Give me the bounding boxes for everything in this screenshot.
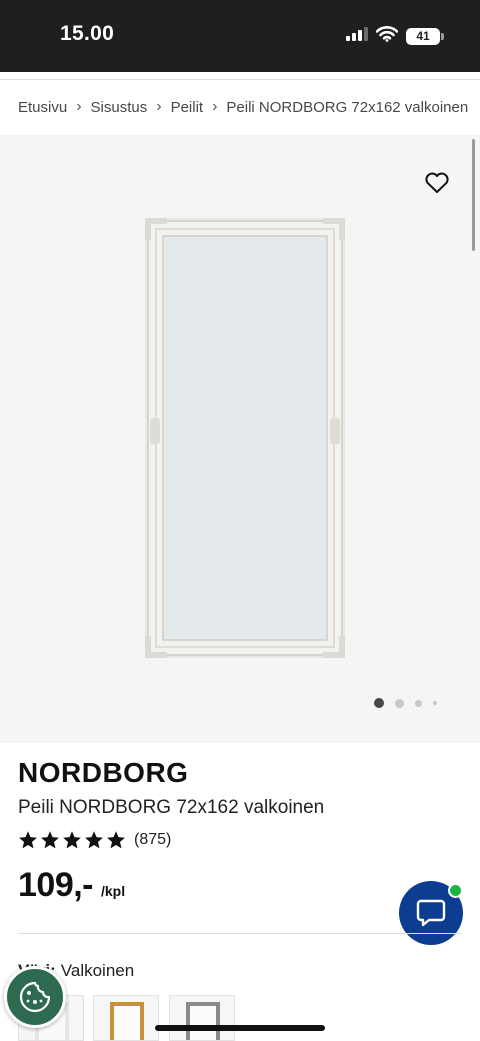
breadcrumb-item-peilit[interactable]: Peilit [171,99,204,116]
cookie-icon [19,981,51,1013]
swatch-image [110,1002,144,1040]
color-swatch-grey[interactable] [169,995,235,1041]
signal-icon [346,26,368,46]
pagination-dot[interactable] [433,701,437,705]
product-gallery[interactable] [0,135,480,743]
swatch-image [186,1002,220,1040]
star-icon [85,831,103,849]
star-icon [41,831,59,849]
breadcrumb-item-etusivu[interactable]: Etusivu [18,99,67,116]
color-swatch-oak[interactable] [93,995,159,1041]
chevron-right-icon: › [156,98,162,115]
wifi-icon [375,25,399,47]
color-value: Valkoinen [60,961,135,980]
breadcrumb-item-sisustus[interactable]: Sisustus [91,99,148,116]
chat-online-badge [448,883,463,898]
favourite-button[interactable] [424,171,450,195]
product-description: Peili NORDBORG 72x162 valkoinen [18,797,325,818]
product-name: NORDBORG [18,757,189,788]
chevron-right-icon: › [76,98,82,115]
gallery-pagination [374,698,437,708]
status-icons: 41 [346,25,444,47]
status-time: 15.00 [60,22,115,45]
home-indicator [155,1025,325,1031]
status-bar: 15.00 41 [0,0,480,72]
chat-icon [416,899,446,927]
header-separator [0,72,480,80]
star-icon [19,831,37,849]
section-divider [18,933,462,934]
cookie-settings-button[interactable] [4,966,66,1028]
rating-stars [18,830,126,850]
pagination-dot[interactable] [415,699,422,707]
star-icon [107,831,125,849]
rating-count: (875) [134,831,172,848]
chat-button[interactable] [399,881,463,945]
pagination-dot[interactable] [395,698,404,708]
price-unit: /kpl [101,883,126,899]
heart-icon [425,172,449,193]
chevron-right-icon: › [212,98,218,115]
pagination-dot-active[interactable] [374,698,384,708]
price-value: 109,- [18,866,94,904]
scrollbar[interactable] [472,139,475,251]
product-image [145,218,345,658]
breadcrumb: Etusivu › Sisustus › Peilit › Peili NORD… [18,96,468,118]
battery-indicator: 41 [406,27,444,45]
product-rating[interactable]: (875) [18,830,171,850]
star-icon [63,831,81,849]
breadcrumb-item-current: Peili NORDBORG 72x162 valkoinen [226,98,468,116]
product-price: 109,- /kpl [18,866,125,905]
